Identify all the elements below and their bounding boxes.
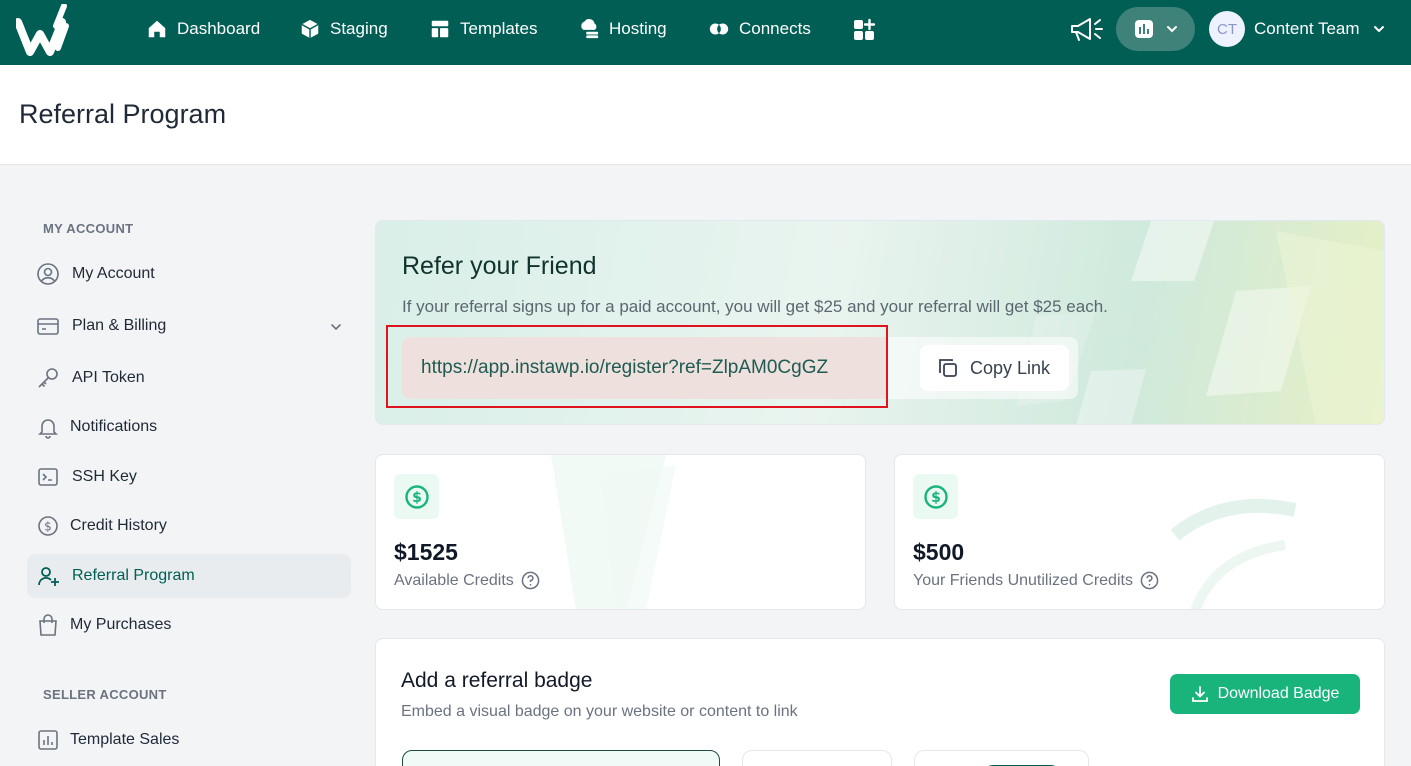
chevron-down-icon <box>331 324 341 331</box>
user-plus-icon <box>38 567 59 586</box>
download-icon <box>1191 686 1208 702</box>
badge-title: Add a referral badge <box>401 669 593 692</box>
refer-friend-card: Refer your Friend If your referral signs… <box>375 220 1385 425</box>
referral-link-text: https://app.instawp.io/register?ref=ZlpA… <box>421 357 829 378</box>
available-credits-value: $1525 <box>394 539 458 565</box>
shopping-bag-icon <box>39 614 57 636</box>
nav-staging-label: Staging <box>330 19 388 38</box>
available-credits-label: Available Credits <box>394 571 540 590</box>
sidebar-item-ssh-key[interactable]: SSH Key <box>27 455 351 499</box>
instawp-logo[interactable] <box>16 4 80 56</box>
sidebar-item-api-token[interactable]: API Token <box>27 356 351 400</box>
avatar: CT <box>1209 11 1245 47</box>
sidebar-item-label: Referral Program <box>72 567 195 584</box>
help-icon[interactable] <box>521 571 540 590</box>
cube-icon <box>301 19 319 39</box>
terminal-icon <box>38 468 58 486</box>
available-credits-card: $ $1525 Available Credits <box>375 454 866 610</box>
sidebar-item-plan-billing[interactable]: Plan & Billing <box>27 304 351 348</box>
download-badge-button[interactable]: Download Badge <box>1170 674 1360 714</box>
page-header: Referral Program <box>0 65 1411 165</box>
nav-connects[interactable]: Connects <box>708 16 811 42</box>
sidebar-item-label: Credit History <box>70 517 167 534</box>
sidebar-item-label: API Token <box>72 369 145 386</box>
connects-icon <box>709 23 729 35</box>
friends-credits-label: Your Friends Unutilized Credits <box>913 571 1159 590</box>
nav-templates[interactable]: Templates <box>429 16 537 42</box>
bell-icon <box>38 419 58 439</box>
sidebar-item-my-purchases[interactable]: My Purchases <box>27 603 351 647</box>
svg-text:$: $ <box>44 520 52 534</box>
user-circle-icon <box>37 263 59 285</box>
chevron-down-icon <box>1373 26 1384 33</box>
sidebar-item-template-sales[interactable]: Template Sales <box>27 718 351 762</box>
nav-hosting[interactable]: Hosting <box>578 16 667 42</box>
copy-link-label: Copy Link <box>970 357 1051 378</box>
sidebar-item-label: Notifications <box>70 418 158 435</box>
sidebar-item-label: Template Sales <box>70 731 180 748</box>
sidebar-item-my-account[interactable]: My Account <box>27 252 351 296</box>
friends-credits-card: $ $500 Your Friends Unutilized Credits <box>894 454 1385 610</box>
user-name: Content Team <box>1254 19 1360 38</box>
stat-label-text: Available Credits <box>394 571 514 589</box>
my-account-section-label: MY ACCOUNT <box>43 221 134 236</box>
svg-text:$: $ <box>931 490 941 506</box>
home-icon <box>148 20 166 38</box>
badge-subtitle: Embed a visual badge on your website or … <box>401 703 798 720</box>
refer-title: Refer your Friend <box>402 252 597 280</box>
nav-templates-label: Templates <box>460 19 538 38</box>
badge-option[interactable] <box>742 750 892 766</box>
referral-badge-card: Add a referral badge Embed a visual badg… <box>375 638 1385 766</box>
bar-chart-icon <box>1134 20 1153 38</box>
key-icon <box>38 368 58 388</box>
add-apps-icon[interactable] <box>852 18 876 42</box>
sidebar-item-label: My Purchases <box>70 616 172 633</box>
stat-icon: $ <box>913 474 958 519</box>
nav-dashboard-label: Dashboard <box>177 19 261 38</box>
sidebar-item-credit-history[interactable]: $ Credit History <box>27 504 351 548</box>
stats-dropdown-button[interactable] <box>1116 7 1195 51</box>
seller-account-section-label: SELLER ACCOUNT <box>43 687 167 702</box>
cloud-server-icon <box>581 19 599 39</box>
download-badge-label: Download Badge <box>1217 685 1340 702</box>
dollar-circle-icon: $ <box>404 484 429 509</box>
dollar-circle-icon: $ <box>38 516 58 536</box>
referral-link-field[interactable]: https://app.instawp.io/register?ref=ZlpA… <box>402 337 887 399</box>
chevron-down-icon <box>1166 26 1177 33</box>
stat-icon: $ <box>394 474 439 519</box>
credit-card-icon <box>37 318 59 335</box>
top-navbar: Dashboard Staging Templates Hosting Conn… <box>0 0 1411 65</box>
nav-dashboard[interactable]: Dashboard <box>146 16 260 42</box>
sidebar-item-label: My Account <box>72 265 155 282</box>
sidebar-item-label: Plan & Billing <box>72 317 167 334</box>
refer-subtitle: If your referral signs up for a paid acc… <box>402 297 1108 316</box>
stat-label-text: Your Friends Unutilized Credits <box>913 571 1133 589</box>
user-menu[interactable]: CT Content Team <box>1209 10 1386 48</box>
help-icon[interactable] <box>1140 571 1159 590</box>
referral-link-box: https://app.instawp.io/register?ref=ZlpA… <box>402 337 1078 399</box>
copy-link-button[interactable]: Copy Link <box>920 345 1069 391</box>
sidebar-item-label: SSH Key <box>72 468 137 485</box>
svg-text:$: $ <box>412 490 422 506</box>
badge-option[interactable] <box>402 750 720 766</box>
megaphone-icon[interactable] <box>1068 14 1104 44</box>
page-title: Referral Program <box>19 99 227 129</box>
template-icon <box>431 20 449 38</box>
sidebar-item-notifications[interactable]: Notifications <box>27 405 351 449</box>
nav-connects-label: Connects <box>739 19 811 38</box>
sidebar-item-referral-program[interactable]: Referral Program <box>27 554 351 598</box>
copy-icon <box>939 359 957 377</box>
bar-chart-icon <box>38 730 58 750</box>
badge-option[interactable] <box>914 750 1089 766</box>
friends-credits-value: $500 <box>913 539 965 565</box>
nav-hosting-label: Hosting <box>609 19 667 38</box>
nav-staging[interactable]: Staging <box>299 16 388 42</box>
dollar-circle-icon: $ <box>923 484 948 509</box>
